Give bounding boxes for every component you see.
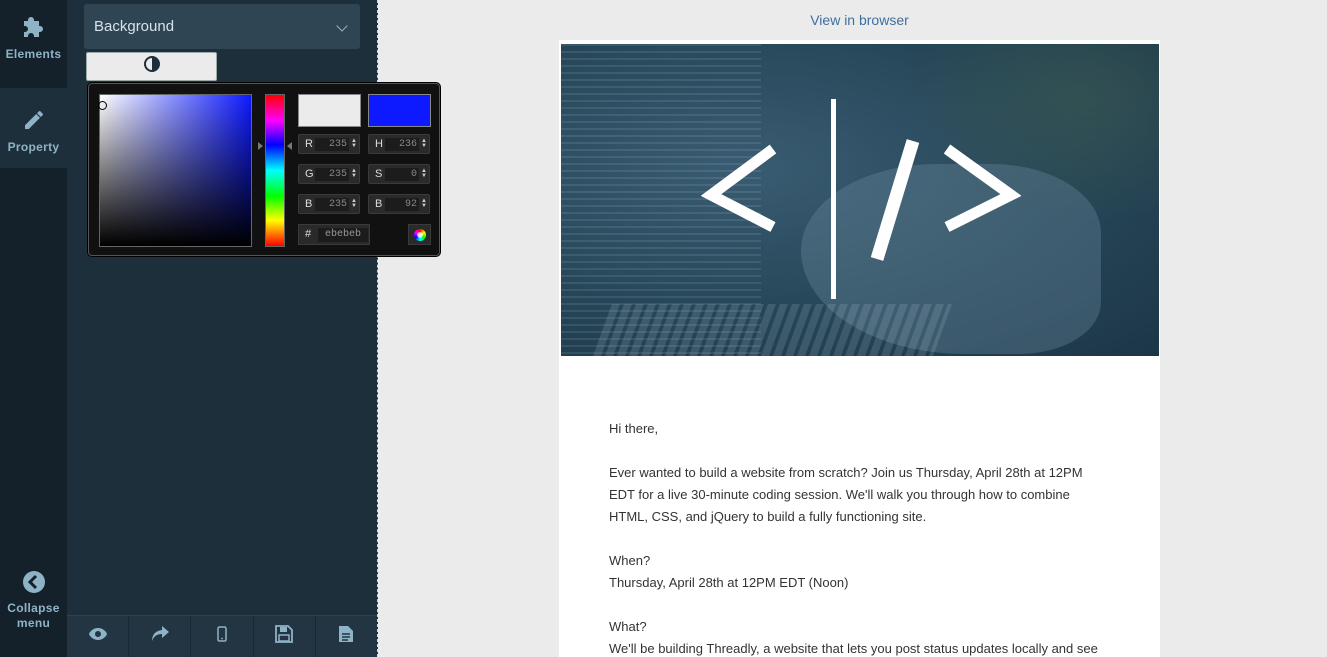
- when-text: Thursday, April 28th at 12PM EDT (Noon): [609, 575, 849, 590]
- hue-arrow-left: [258, 142, 263, 150]
- pencil-icon: [22, 108, 46, 135]
- brightness-value[interactable]: 92: [385, 198, 419, 211]
- brightness-field[interactable]: B 92 ▲ ▼: [368, 194, 430, 214]
- email-preheader: View in browser: [559, 0, 1160, 40]
- background-select-value: Background: [94, 18, 175, 35]
- color-wheel-icon: [413, 228, 426, 241]
- contrast-icon: [143, 56, 160, 77]
- email-body: Hi there, Ever wanted to build a website…: [609, 418, 1109, 657]
- hue-slider[interactable]: [265, 94, 285, 247]
- stepper-icon[interactable]: ▲ ▼: [351, 168, 357, 179]
- hero-image[interactable]: [561, 44, 1159, 356]
- color-picker: R 235 ▲ ▼ H 236 ▲ ▼ G 235 ▲ ▼ S 0 ▲ ▼ B 235 …: [88, 83, 440, 256]
- hue-arrow-right: [287, 142, 292, 150]
- collapse-label: Collapse menu: [7, 601, 60, 630]
- hex-field[interactable]: # ebebeb: [298, 224, 370, 245]
- saturation-value[interactable]: 0: [385, 168, 419, 181]
- property-tab[interactable]: Property: [0, 88, 67, 168]
- left-icon-rail: Elements Property Collapse menu: [0, 0, 67, 657]
- green-field[interactable]: G 235 ▲ ▼: [298, 164, 360, 184]
- view-in-browser-link[interactable]: View in browser: [810, 12, 909, 28]
- what-heading: What?: [609, 619, 647, 634]
- chevron-left-circle-icon: [22, 570, 46, 598]
- color-wheel-button[interactable]: [408, 224, 431, 245]
- current-color-swatch: [298, 94, 361, 127]
- save-button[interactable]: [254, 616, 316, 657]
- mobile-view-button[interactable]: [191, 616, 254, 657]
- eye-icon: [88, 627, 108, 646]
- stepper-icon[interactable]: ▲ ▼: [351, 198, 357, 209]
- color-swatch-button[interactable]: [86, 52, 217, 81]
- color-selector-handle[interactable]: [98, 101, 107, 110]
- new-color-swatch[interactable]: [368, 94, 431, 127]
- mobile-icon: [217, 626, 227, 647]
- stepper-icon[interactable]: ▲ ▼: [421, 168, 427, 179]
- intro-paragraph: Ever wanted to build a website from scra…: [609, 465, 1083, 524]
- stepper-icon[interactable]: ▲ ▼: [421, 138, 427, 149]
- stepper-icon[interactable]: ▲ ▼: [421, 198, 427, 209]
- bottom-toolbar: [67, 615, 377, 657]
- save-icon: [275, 625, 294, 648]
- hue-field[interactable]: H 236 ▲ ▼: [368, 134, 430, 154]
- saturation-brightness-area[interactable]: [98, 94, 252, 247]
- puzzle-icon: [22, 15, 46, 42]
- green-value[interactable]: 235: [315, 168, 349, 181]
- code-brackets-icon: [701, 99, 1021, 299]
- chevron-down-icon: [336, 20, 348, 32]
- blue-value[interactable]: 235: [315, 198, 349, 211]
- redo-button[interactable]: [129, 616, 192, 657]
- elements-tab[interactable]: Elements: [0, 0, 67, 86]
- when-heading: When?: [609, 553, 651, 568]
- saturation-field[interactable]: S 0 ▲ ▼: [368, 164, 430, 184]
- document-icon: [338, 625, 354, 648]
- hex-value[interactable]: ebebeb: [318, 228, 368, 242]
- what-text: We'll be building Threadly, a website th…: [609, 641, 1098, 656]
- greeting-text: Hi there,: [609, 421, 659, 436]
- collapse-menu-button[interactable]: Collapse menu: [0, 570, 67, 640]
- elements-tab-label: Elements: [5, 47, 62, 61]
- document-button[interactable]: [316, 616, 377, 657]
- background-select[interactable]: Background: [84, 4, 360, 49]
- red-value[interactable]: 235: [315, 138, 349, 151]
- stepper-icon[interactable]: ▲ ▼: [351, 138, 357, 149]
- redo-icon: [150, 625, 170, 648]
- red-field[interactable]: R 235 ▲ ▼: [298, 134, 360, 154]
- hue-value[interactable]: 236: [385, 138, 419, 151]
- preview-button[interactable]: [67, 616, 130, 657]
- email-canvas: View in browser Hi there, Ever wanted to…: [559, 0, 1160, 657]
- property-tab-label: Property: [7, 140, 60, 154]
- blue-field[interactable]: B 235 ▲ ▼: [298, 194, 360, 214]
